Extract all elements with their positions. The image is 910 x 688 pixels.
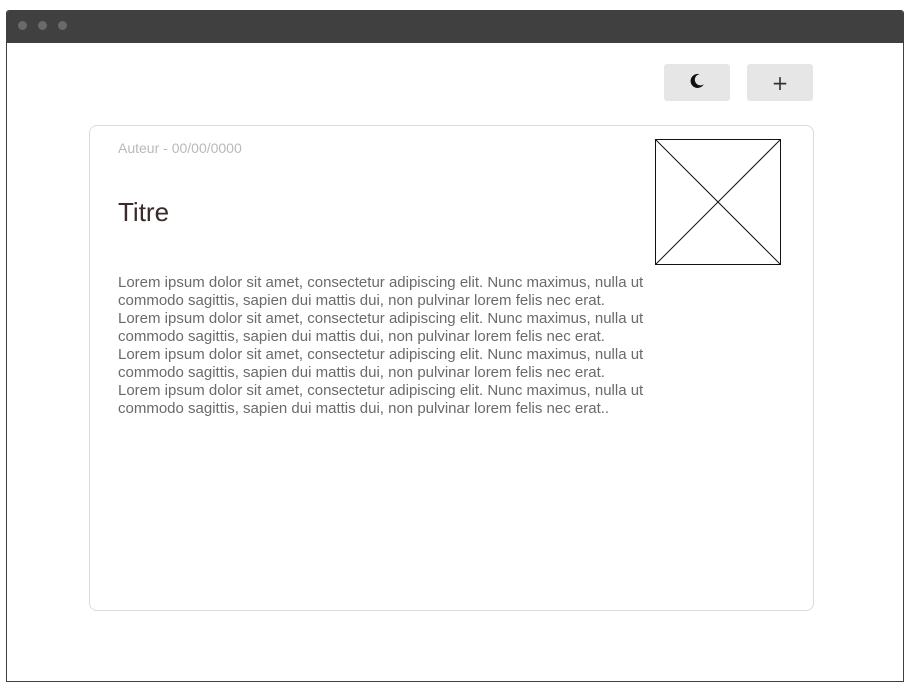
- add-button[interactable]: +: [747, 64, 813, 101]
- article-card[interactable]: Auteur - 00/00/0000 Titre Lorem ipsum do…: [89, 125, 814, 611]
- image-placeholder-icon: [655, 139, 781, 265]
- dark-mode-toggle-button[interactable]: [664, 64, 730, 101]
- article-meta: Auteur - 00/00/0000: [118, 140, 242, 156]
- window-close-dot[interactable]: [18, 21, 27, 30]
- article-title: Titre: [118, 197, 170, 227]
- moon-icon: [689, 73, 705, 92]
- browser-window: + Auteur - 00/00/0000 Titre Lorem ipsum …: [6, 10, 904, 682]
- window-minimize-dot[interactable]: [38, 21, 47, 30]
- article-body: Lorem ipsum dolor sit amet, consectetur …: [118, 274, 644, 417]
- window-titlebar: [7, 11, 903, 43]
- add-button-label: +: [771, 70, 789, 95]
- window-maximize-dot[interactable]: [58, 21, 67, 30]
